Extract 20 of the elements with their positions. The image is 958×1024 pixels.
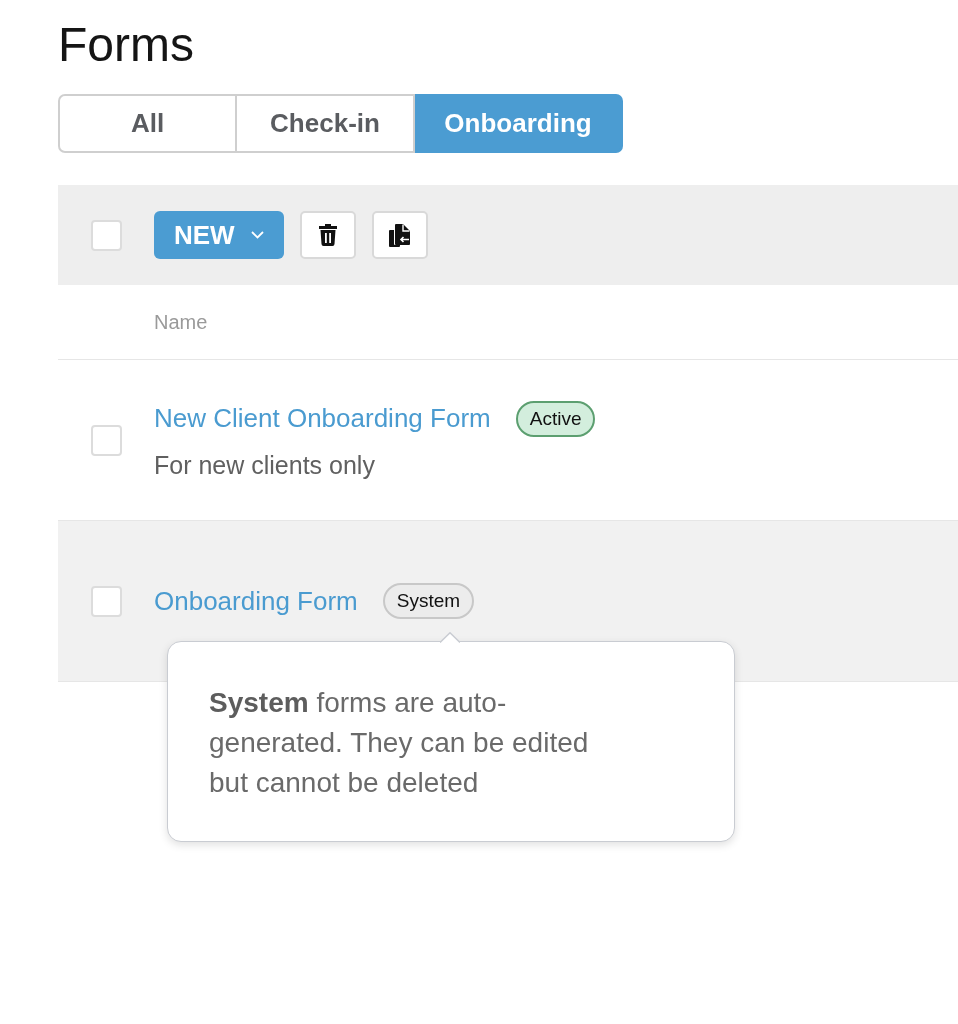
trash-icon bbox=[318, 224, 337, 246]
status-badge: Active bbox=[515, 400, 596, 437]
caret-icon bbox=[250, 231, 264, 239]
form-description: For new clients only bbox=[154, 450, 376, 480]
form-name-link[interactable]: Onboarding Form bbox=[154, 585, 358, 617]
row-checkbox[interactable] bbox=[91, 585, 122, 617]
duplicate-button[interactable] bbox=[371, 211, 428, 259]
filter-tab[interactable]: Onboarding bbox=[415, 94, 623, 153]
filter-tab[interactable]: All bbox=[58, 94, 237, 153]
page-title: Forms bbox=[58, 17, 194, 73]
select-all-checkbox[interactable] bbox=[91, 219, 122, 251]
row-checkbox[interactable] bbox=[91, 424, 122, 456]
duplicate-icon bbox=[388, 223, 411, 247]
filter-tab[interactable]: Check-in bbox=[237, 94, 415, 153]
status-badge: System bbox=[382, 583, 475, 619]
tooltip-text: System forms are auto-generated. They can be edited but cannot be deleted bbox=[209, 686, 590, 800]
delete-button[interactable] bbox=[299, 211, 356, 259]
column-header: Name bbox=[154, 310, 208, 334]
form-name-link[interactable]: New Client Onboarding Form bbox=[154, 403, 491, 434]
new-button[interactable]: NEW bbox=[154, 211, 284, 259]
